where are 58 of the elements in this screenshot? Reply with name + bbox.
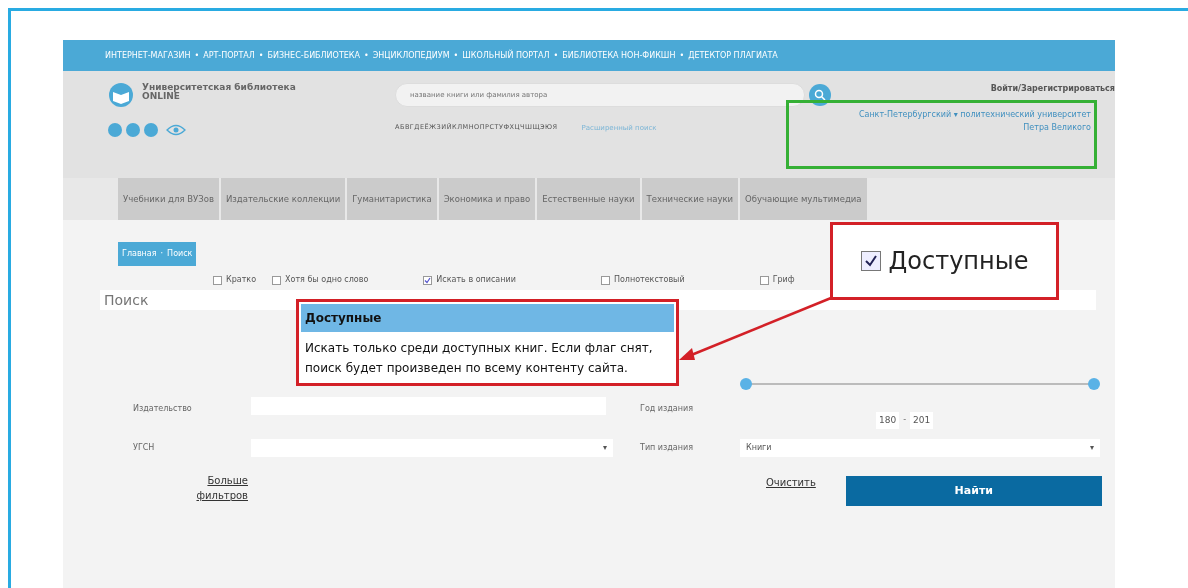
separator-dot: • — [679, 49, 685, 62]
logo-subtitle: ONLINE — [142, 92, 180, 101]
option-checkbox[interactable]: Кратко — [213, 274, 257, 286]
top-link[interactable]: ДЕТЕКТОР ПЛАГИАТА — [688, 49, 778, 62]
field-label: УГСН — [133, 442, 156, 454]
option-checkbox[interactable]: Полнотекстовый — [600, 274, 685, 286]
separator-dot: • — [194, 49, 200, 62]
login-link[interactable]: Войти/Зарегистрироваться — [990, 83, 1115, 95]
tooltip-text: Искать только среди доступных книг. Если флаг снят, поиск будет произведен по всему контенту сайта. — [304, 340, 654, 378]
field-label: Тип издания — [640, 442, 694, 454]
top-link[interactable]: БИБЛИОТЕКА НОН-ФИКШН — [562, 49, 676, 62]
option-checkbox[interactable]: Гриф — [759, 274, 795, 286]
nav-tab[interactable]: Обучающие мультимедиа — [740, 178, 867, 220]
top-link[interactable]: ИНТЕРНЕТ-МАГАЗИН — [105, 49, 191, 62]
option-checkbox[interactable]: Хотя бы одно слово — [272, 274, 369, 286]
tooltip-title: Доступные — [301, 304, 674, 332]
callout-label: Доступные — [888, 246, 1029, 277]
top-link[interactable]: ШКОЛЬНЫЙ ПОРТАЛ — [462, 49, 550, 62]
range-dash: - — [903, 414, 907, 427]
nav-tab[interactable]: Издательские коллекции — [220, 178, 346, 220]
checkmark-icon — [424, 276, 432, 284]
nav-tab[interactable]: Технические науки — [641, 178, 739, 220]
find-button[interactable]: Найти — [845, 476, 1102, 506]
eye-icon[interactable] — [166, 124, 186, 136]
breadcrumb-link[interactable]: Главная — [122, 248, 157, 260]
clear-link[interactable]: Очистить — [766, 475, 816, 490]
search-icon — [814, 89, 826, 101]
breadcrumb-separator: · — [160, 248, 164, 260]
book-logo-icon — [108, 83, 134, 107]
more-filters-link[interactable]: Больше фильтров — [158, 473, 248, 503]
social-icon[interactable] — [144, 123, 158, 137]
top-link[interactable]: БИЗНЕС-БИБЛИОТЕКА — [267, 49, 360, 62]
year-field[interactable]: 180 — [876, 411, 900, 429]
checkmark-icon — [863, 254, 878, 268]
nav-tab[interactable]: Экономика и право — [438, 178, 536, 220]
separator-dot: • — [453, 49, 459, 62]
separator-dot: • — [364, 49, 369, 62]
separator-dot: • — [553, 49, 559, 62]
ugsn-select[interactable]: ▾ — [251, 439, 613, 457]
field-label: Год издания — [640, 403, 694, 415]
dropdown-caret: ▾ — [1090, 442, 1094, 454]
institution-selector[interactable]: Санкт-Петербургский ▾ политехнический университет Петра Великого — [851, 109, 1091, 135]
top-link[interactable]: ЭНЦИКЛОПЕДИУМ — [372, 49, 450, 62]
social-icon[interactable] — [108, 123, 122, 137]
publication-type-select[interactable]: Книги ▾ — [740, 439, 1100, 457]
nav-tab[interactable]: Учебники для ВУЗов — [118, 178, 219, 220]
breadcrumb-link[interactable]: Поиск — [167, 248, 193, 260]
year-field[interactable]: 201 — [910, 411, 934, 429]
callout-checkbox[interactable] — [860, 251, 881, 271]
field-label: Издательство — [133, 403, 193, 415]
separator-dot: • — [258, 49, 264, 62]
social-icon[interactable] — [126, 123, 140, 137]
top-link[interactable]: АРТ-ПОРТАЛ — [203, 49, 255, 62]
logo-title: Университетская библиотека — [142, 83, 296, 92]
nav-tab[interactable]: Естественные науки — [537, 178, 640, 220]
dropdown-caret: ▾ — [603, 442, 607, 454]
nav-tab[interactable]: Гуманитаристика — [347, 178, 437, 220]
option-checkbox[interactable]: Искать в описании — [423, 274, 516, 286]
